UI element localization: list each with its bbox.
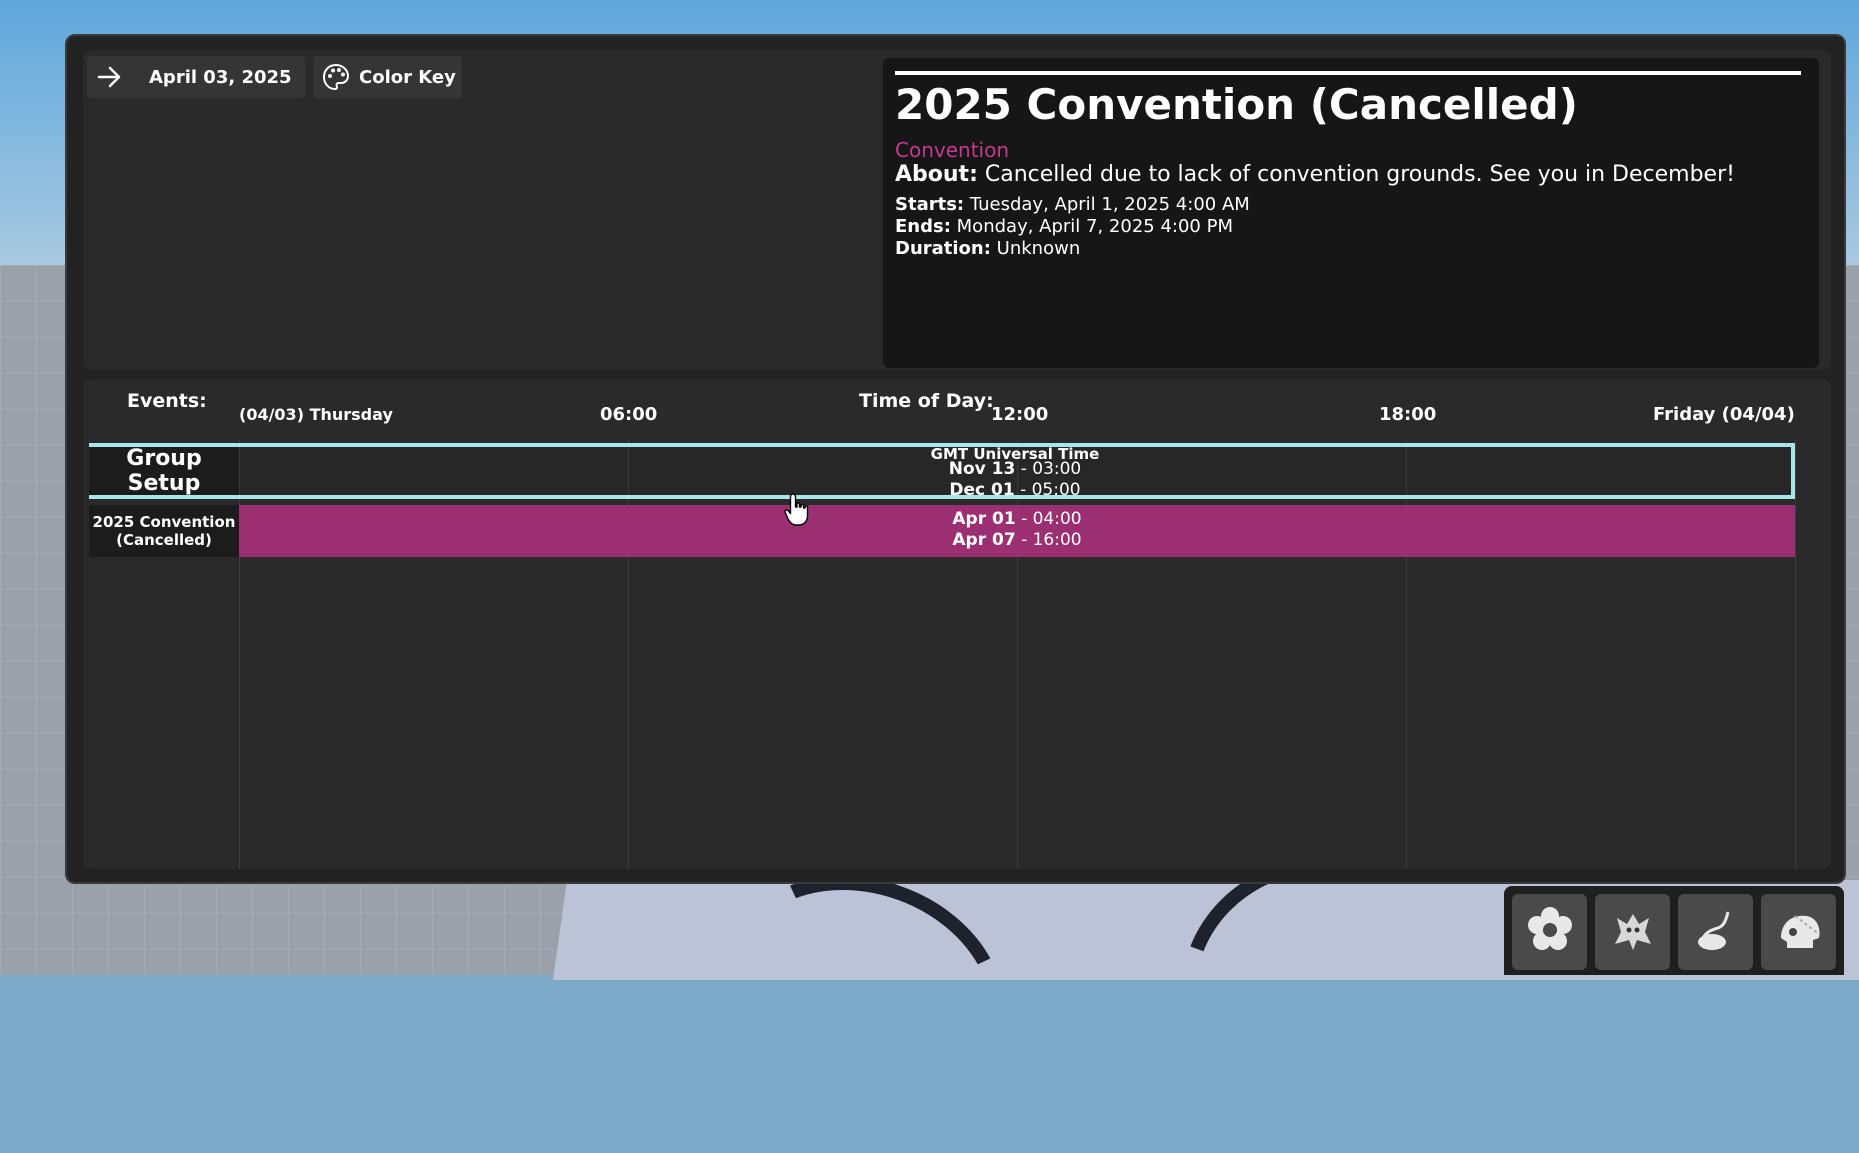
title-rule (895, 71, 1801, 75)
starts-label: Starts: (895, 194, 965, 215)
gridline (628, 439, 629, 869)
start-day-label: (04/03) Thursday (239, 405, 393, 424)
start-time: - 04:00 (1015, 509, 1082, 529)
event-details-panel: 2025 Convention (Cancelled) Convention A… (883, 58, 1819, 368)
starts-text: Tuesday, April 1, 2025 4:00 AM (969, 194, 1250, 215)
color-key-button[interactable]: Color Key (313, 56, 462, 98)
tool-slot-3[interactable] (1678, 894, 1753, 970)
flower-icon (1524, 904, 1576, 960)
arrow-right-icon (95, 62, 125, 92)
ends-label: Ends: (895, 216, 951, 237)
tool-slot-2[interactable] (1595, 894, 1670, 970)
gridline (1406, 439, 1407, 869)
end-range: Dec 01 - 05:00 (239, 480, 1791, 500)
start-time: - 03:00 (1015, 459, 1082, 479)
tail-icon (1690, 904, 1742, 960)
start-range: Apr 01 - 04:00 (239, 509, 1795, 529)
start-date: Apr 01 (952, 509, 1016, 529)
date-button[interactable]: April 03, 2025 (87, 56, 305, 98)
event-about: About: Cancelled due to lack of conventi… (895, 162, 1735, 187)
row-label-convention[interactable]: 2025 Convention (Cancelled) (89, 505, 239, 557)
timeline-panel: Events: Time of Day: (04/03) Thursday 06… (83, 379, 1831, 869)
event-bar-convention[interactable]: Apr 01 - 04:00 Apr 07 - 16:00 (239, 505, 1795, 557)
row-label-group-setup[interactable]: Group Setup (89, 443, 239, 499)
tick-12-label: 12:00 (991, 404, 1049, 425)
about-label: About: (895, 162, 978, 187)
end-date: Apr 07 (952, 530, 1016, 550)
top-panel: April 03, 2025 Color Key 2025 Convention… (83, 50, 1831, 370)
event-starts: Starts: Tuesday, April 1, 2025 4:00 AM (895, 194, 1250, 215)
calendar-window: April 03, 2025 Color Key 2025 Convention… (65, 34, 1846, 884)
event-duration: Duration: Unknown (895, 238, 1080, 259)
event-category: Convention (895, 138, 1010, 162)
event-ends: Ends: Monday, April 7, 2025 4:00 PM (895, 216, 1233, 237)
about-text: Cancelled due to lack of convention grou… (984, 162, 1735, 187)
end-time: - 16:00 (1015, 530, 1082, 550)
date-label: April 03, 2025 (149, 66, 292, 88)
gridline (1017, 439, 1018, 869)
skull-icon (1773, 904, 1825, 960)
creature-icon (1607, 904, 1659, 960)
ends-text: Monday, April 7, 2025 4:00 PM (956, 216, 1233, 237)
start-range: Nov 13 - 03:00 (239, 459, 1791, 479)
end-time: - 05:00 (1014, 480, 1081, 500)
tool-slot-4[interactable] (1761, 894, 1836, 970)
duration-label: Duration: (895, 238, 991, 259)
tick-06-label: 06:00 (600, 404, 658, 425)
palette-icon (321, 62, 351, 92)
event-bar-group-setup[interactable]: GMT Universal Time Nov 13 - 03:00 Dec 01… (239, 443, 1795, 500)
end-date: Dec 01 (949, 480, 1015, 500)
tool-slot-1[interactable] (1512, 894, 1587, 970)
events-header: Events: (127, 390, 207, 412)
hand-cursor-icon (783, 492, 813, 532)
event-title: 2025 Convention (Cancelled) (895, 80, 1578, 129)
time-of-day-header: Time of Day: (859, 390, 994, 412)
tool-hotbar (1504, 886, 1844, 975)
gridline (1795, 439, 1796, 869)
duration-text: Unknown (996, 238, 1081, 259)
start-date: Nov 13 (948, 459, 1016, 479)
tick-18-label: 18:00 (1379, 404, 1437, 425)
end-day-label: Friday (04/04) (1653, 404, 1795, 425)
end-range: Apr 07 - 16:00 (239, 530, 1795, 550)
color-key-label: Color Key (359, 66, 456, 88)
gridline (239, 439, 240, 869)
